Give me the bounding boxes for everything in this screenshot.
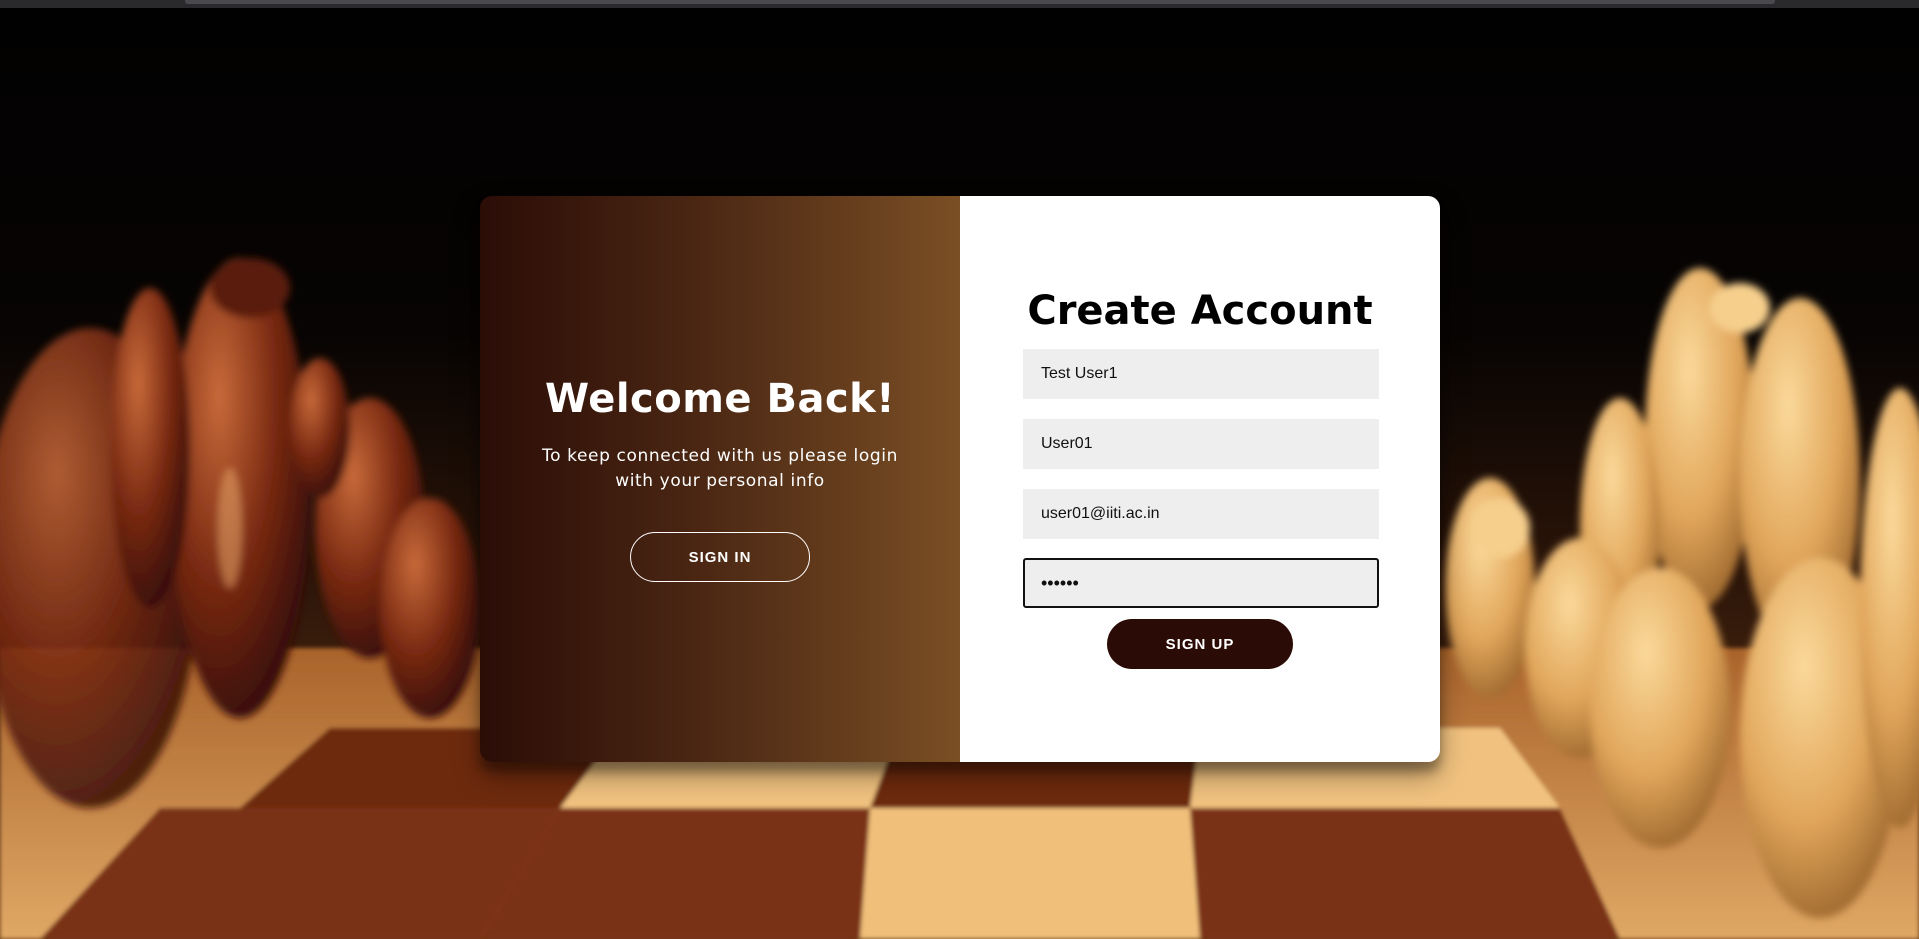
welcome-title: Welcome Back!	[545, 376, 895, 422]
top-scrollbar[interactable]	[0, 0, 1919, 8]
page: Welcome Back! To keep connected with us …	[0, 0, 1919, 939]
scrollbar-thumb[interactable]	[185, 0, 1775, 4]
sign-up-form: Create Account SIGN UP	[960, 196, 1440, 762]
auth-card: Welcome Back! To keep connected with us …	[480, 196, 1440, 762]
sign-in-button[interactable]: SIGN IN	[630, 532, 810, 582]
welcome-message: To keep connected with us please login w…	[542, 446, 898, 491]
form-title: Create Account	[1027, 288, 1373, 334]
password-input[interactable]	[1023, 558, 1379, 608]
username-input[interactable]	[1023, 419, 1379, 469]
name-input[interactable]	[1023, 349, 1379, 399]
welcome-panel: Welcome Back! To keep connected with us …	[480, 196, 960, 762]
sign-up-button[interactable]: SIGN UP	[1107, 619, 1293, 669]
email-input[interactable]	[1023, 489, 1379, 539]
